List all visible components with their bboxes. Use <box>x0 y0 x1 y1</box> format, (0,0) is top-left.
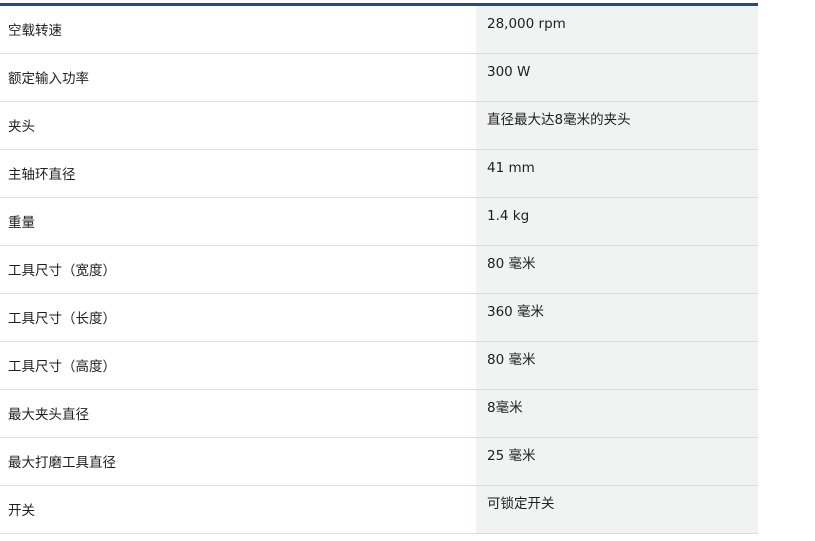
spec-value: 300 W <box>476 54 758 101</box>
spec-label: 主轴环直径 <box>8 167 76 183</box>
spec-row-max-collet-diameter: 最大夹头直径 8毫米 <box>0 390 758 438</box>
spec-value: 28,000 rpm <box>476 6 758 53</box>
spec-value: 1.4 kg <box>476 198 758 245</box>
spec-row-no-load-speed: 空载转速 28,000 rpm <box>0 6 758 54</box>
spec-value-text: 28,000 rpm <box>487 16 566 32</box>
spec-row-tool-length: 工具尺寸（长度） 360 毫米 <box>0 294 758 342</box>
spec-value-text: 直径最大达8毫米的夹头 <box>487 112 631 128</box>
spec-value-text: 360 毫米 <box>487 304 545 320</box>
spec-label: 重量 <box>8 215 35 231</box>
spec-value: 41 mm <box>476 150 758 197</box>
spec-value: 可锁定开关 <box>476 486 758 533</box>
spec-label: 最大打磨工具直径 <box>8 455 116 471</box>
spec-row-tool-height: 工具尺寸（高度） 80 毫米 <box>0 342 758 390</box>
spec-row-max-grinding-tool-diameter: 最大打磨工具直径 25 毫米 <box>0 438 758 486</box>
spec-value-text: 25 毫米 <box>487 448 536 464</box>
spec-row-switch: 开关 可锁定开关 <box>0 486 758 534</box>
spec-row-tool-width: 工具尺寸（宽度） 80 毫米 <box>0 246 758 294</box>
spec-value-text: 41 mm <box>487 160 535 176</box>
spec-row-weight: 重量 1.4 kg <box>0 198 758 246</box>
spec-table: 空载转速 28,000 rpm 额定输入功率 300 W 夹头 直径最大达8毫米… <box>0 6 758 534</box>
spec-label: 工具尺寸（宽度） <box>8 263 116 279</box>
spec-label: 空载转速 <box>8 23 62 39</box>
spec-value-text: 80 毫米 <box>487 256 536 272</box>
spec-value-text: 可锁定开关 <box>487 496 555 512</box>
spec-label: 工具尺寸（高度） <box>8 359 116 375</box>
spec-value-text: 8毫米 <box>487 400 523 416</box>
spec-value-text: 80 毫米 <box>487 352 536 368</box>
spec-label: 最大夹头直径 <box>8 407 89 423</box>
spec-value: 直径最大达8毫米的夹头 <box>476 102 758 149</box>
spec-value-text: 1.4 kg <box>487 208 530 224</box>
spec-value: 25 毫米 <box>476 438 758 485</box>
spec-label: 开关 <box>8 503 35 519</box>
spec-value: 80 毫米 <box>476 342 758 389</box>
spec-row-spindle-collar-diameter: 主轴环直径 41 mm <box>0 150 758 198</box>
spec-value-text: 300 W <box>487 64 531 80</box>
spec-value: 360 毫米 <box>476 294 758 341</box>
spec-row-collet: 夹头 直径最大达8毫米的夹头 <box>0 102 758 150</box>
spec-row-rated-input-power: 额定输入功率 300 W <box>0 54 758 102</box>
spec-label: 额定输入功率 <box>8 71 89 87</box>
spec-label: 工具尺寸（长度） <box>8 311 116 327</box>
spec-page: 空载转速 28,000 rpm 额定输入功率 300 W 夹头 直径最大达8毫米… <box>0 0 815 541</box>
spec-value: 80 毫米 <box>476 246 758 293</box>
spec-label: 夹头 <box>8 119 35 135</box>
spec-value: 8毫米 <box>476 390 758 437</box>
